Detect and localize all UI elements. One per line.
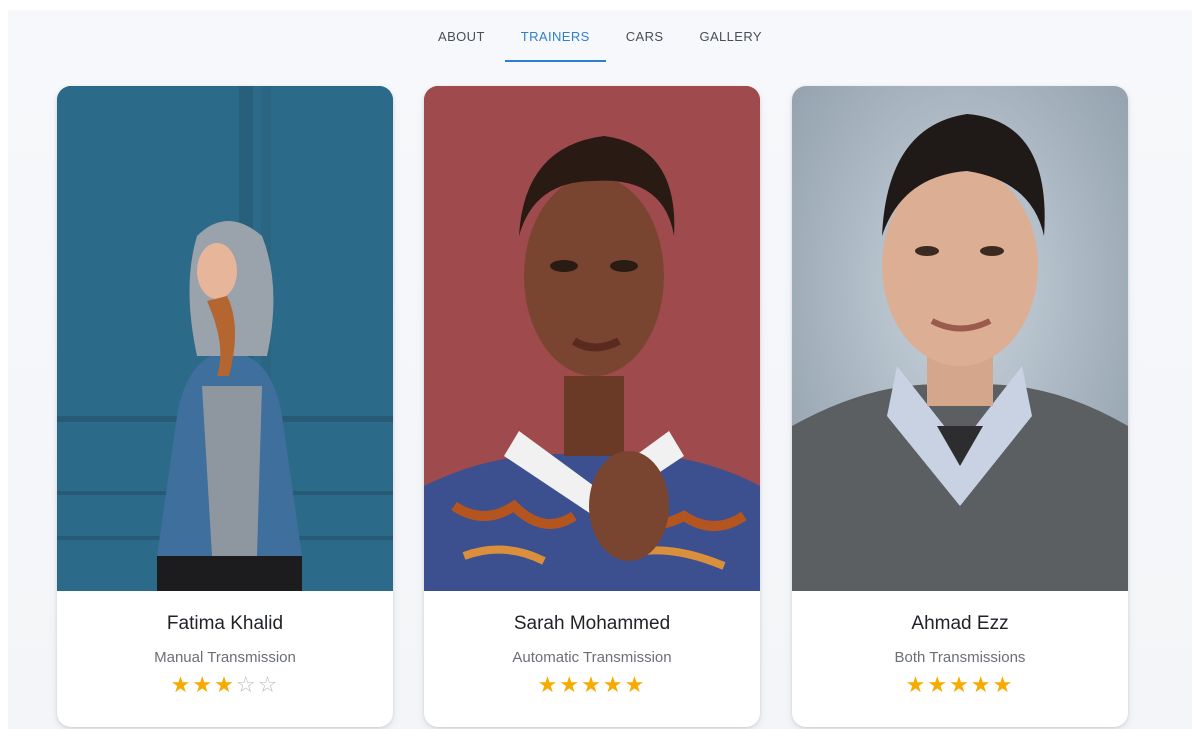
star-filled-icon: ★ (170, 672, 193, 697)
rating-stars: ★★★★★ (424, 672, 760, 698)
star-empty-icon: ☆ (235, 672, 258, 697)
star-filled-icon: ★ (581, 672, 603, 697)
trainer-info: Fatima Khalid Manual Transmission ★★★☆☆ (57, 591, 393, 727)
trainer-name: Fatima Khalid (166, 613, 284, 634)
star-filled-icon: ★ (927, 672, 950, 697)
star-filled-icon: ★ (214, 672, 236, 697)
tab-trainers[interactable]: TRAINERS (504, 10, 606, 62)
trainer-info: Sarah Mohammed Automatic Transmission ★★… (424, 591, 760, 727)
star-filled-icon: ★ (602, 672, 625, 697)
trainer-name: Ahmad Ezz (911, 613, 1009, 634)
star-empty-icon: ☆ (257, 672, 280, 697)
page: ABOUT TRAINERS CARS GALLERY Fatima Khali… (8, 10, 1192, 729)
tab-about[interactable]: ABOUT (422, 10, 501, 62)
star-filled-icon: ★ (559, 672, 582, 697)
star-filled-icon: ★ (537, 672, 560, 697)
trainer-photo (792, 86, 1128, 591)
star-filled-icon: ★ (949, 672, 971, 697)
star-filled-icon: ★ (992, 672, 1015, 697)
trainer-specialty: Both Transmissions (894, 649, 1026, 666)
trainer-card-fatima[interactable]: Fatima Khalid Manual Transmission ★★★☆☆ (57, 86, 393, 727)
rating-stars: ★★★☆☆ (57, 672, 393, 698)
tab-bar: ABOUT TRAINERS CARS GALLERY (8, 10, 1192, 66)
trainer-photo (424, 86, 760, 591)
trainer-card-sarah[interactable]: Sarah Mohammed Automatic Transmission ★★… (424, 86, 760, 727)
tab-gallery[interactable]: GALLERY (683, 10, 778, 62)
trainer-specialty: Automatic Transmission (512, 649, 672, 666)
rating-stars: ★★★★★ (792, 672, 1128, 698)
tab-cars[interactable]: CARS (610, 10, 680, 62)
trainer-name: Sarah Mohammed (513, 613, 671, 634)
star-filled-icon: ★ (905, 672, 928, 697)
star-filled-icon: ★ (970, 672, 993, 697)
star-filled-icon: ★ (624, 672, 647, 697)
trainer-specialty: Manual Transmission (154, 649, 296, 666)
trainer-photo (57, 86, 393, 591)
star-filled-icon: ★ (192, 672, 215, 697)
trainer-info: Ahmad Ezz Both Transmissions ★★★★★ (792, 591, 1128, 727)
trainer-card-ahmad[interactable]: Ahmad Ezz Both Transmissions ★★★★★ (792, 86, 1128, 727)
